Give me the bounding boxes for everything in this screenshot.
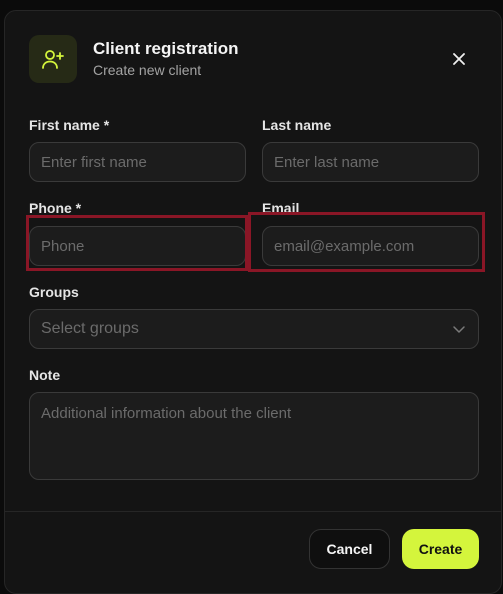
first-name-input[interactable] (29, 142, 246, 182)
first-name-label: First name * (29, 117, 110, 133)
phone-input[interactable] (29, 226, 246, 266)
footer-divider (5, 511, 501, 512)
email-label: Email (262, 200, 300, 216)
phone-label: Phone * (29, 200, 82, 216)
last-name-label: Last name (262, 117, 332, 133)
chevron-down-icon (452, 322, 466, 341)
dialog-subtitle: Create new client (93, 62, 202, 78)
client-registration-dialog: Client registration Create new client Fi… (4, 10, 502, 594)
create-button[interactable]: Create (402, 529, 479, 569)
last-name-input[interactable] (262, 142, 479, 182)
cancel-button[interactable]: Cancel (309, 529, 390, 569)
email-input[interactable] (262, 226, 479, 266)
groups-select-placeholder: Select groups (41, 320, 139, 337)
note-textarea[interactable] (29, 392, 479, 480)
close-icon[interactable] (449, 49, 469, 69)
groups-select[interactable]: Select groups (29, 309, 479, 349)
groups-label: Groups (29, 284, 79, 300)
note-label: Note (29, 367, 61, 383)
dialog-title: Client registration (93, 39, 239, 58)
user-plus-icon (29, 35, 77, 83)
